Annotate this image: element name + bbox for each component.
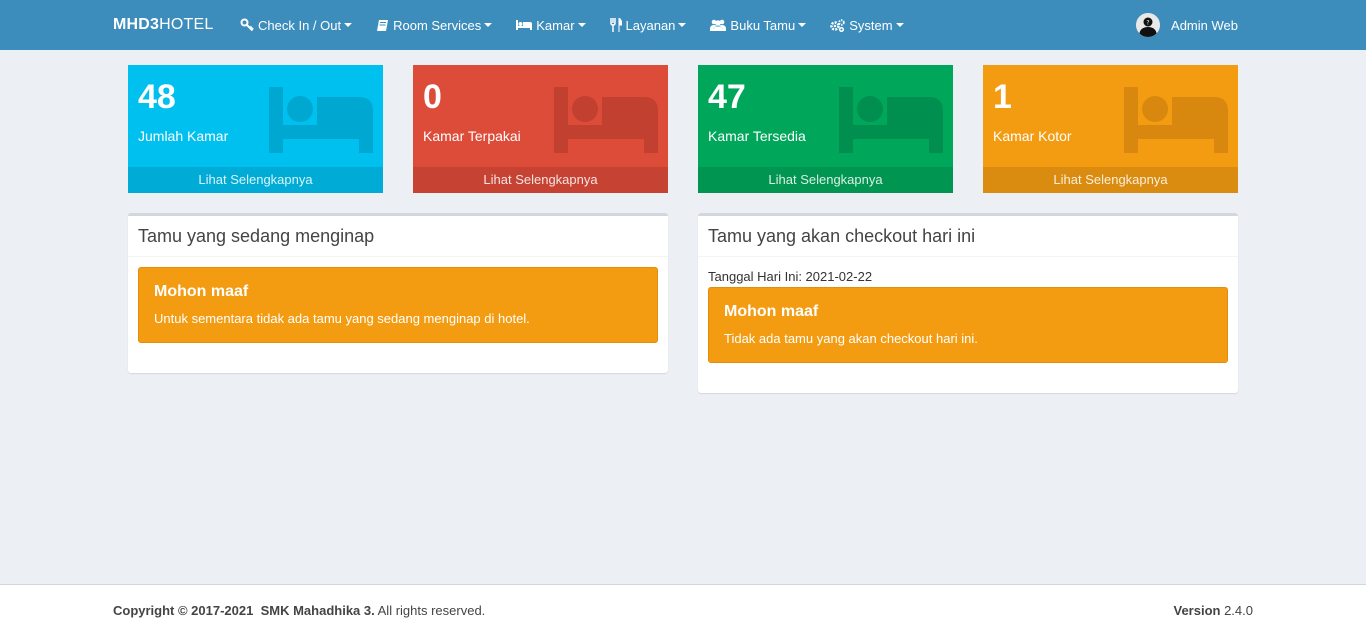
book-icon [377, 19, 389, 31]
copyright-org[interactable]: SMK Mahadhika 3. [261, 603, 375, 618]
caret-down-icon [484, 23, 493, 27]
panel-staying-guests: Tamu yang sedang menginap Mohon maaf Unt… [128, 213, 668, 373]
nav-kamar[interactable]: Kamar [504, 0, 597, 50]
bed-icon [839, 87, 943, 153]
alert-text: Tidak ada tamu yang akan checkout hari i… [724, 331, 978, 346]
brand-logo[interactable]: MHD3HOTEL [113, 0, 213, 50]
version-number: 2.4.0 [1224, 603, 1253, 618]
caret-down-icon [678, 23, 687, 27]
stat-value: 47 [708, 78, 746, 116]
bed-icon [516, 20, 533, 30]
users-icon [710, 19, 727, 31]
caret-down-icon [798, 23, 807, 27]
stat-box-jumlah-kamar: 48 Jumlah Kamar Lihat Selengkapnya [128, 65, 383, 193]
nav-buku-tamu[interactable]: Buku Tamu [698, 0, 818, 50]
stat-box-kamar-kotor: 1 Kamar Kotor Lihat Selengkapnya [983, 65, 1238, 193]
caret-down-icon [895, 23, 904, 27]
brand-rest: HOTEL [159, 16, 214, 33]
copyright-years: Copyright © 2017-2021 [113, 603, 254, 618]
stat-label: Kamar Terpakai [423, 128, 521, 144]
stat-box-kamar-tersedia: 47 Kamar Tersedia Lihat Selengkapnya [698, 65, 953, 193]
avatar: ? [1136, 13, 1161, 37]
main-menu: Check In / Out Room Services Kamar Layan… [228, 0, 916, 50]
stat-label: Jumlah Kamar [138, 128, 229, 144]
panel-checkout-today: Tamu yang akan checkout hari ini Tanggal… [698, 213, 1238, 393]
panel-title: Tamu yang akan checkout hari ini [698, 216, 1238, 257]
bed-icon [1124, 87, 1228, 153]
warning-alert: Mohon maaf Untuk sementara tidak ada tam… [138, 267, 658, 343]
more-info-link[interactable]: Lihat Selengkapnya [128, 167, 383, 193]
nav-label: Room Services [393, 17, 482, 33]
nav-room-services[interactable]: Room Services [364, 0, 504, 50]
nav-label: Buku Tamu [730, 17, 796, 33]
alert-title: Mohon maaf [154, 283, 249, 300]
brand-bold: MHD3 [113, 16, 160, 33]
alert-title: Mohon maaf [724, 303, 819, 320]
cutlery-icon [609, 18, 622, 32]
bed-icon [269, 87, 373, 153]
copyright-rights: All rights reserved. [377, 603, 486, 618]
nav-check-in-out[interactable]: Check In / Out [228, 0, 364, 50]
more-info-link[interactable]: Lihat Selengkapnya [983, 167, 1238, 193]
key-icon [240, 18, 254, 32]
version-info: Version 2.4.0 [1173, 603, 1253, 618]
more-info-link[interactable]: Lihat Selengkapnya [698, 167, 953, 193]
nav-label: Layanan [625, 17, 676, 33]
copyright: Copyright © 2017-2021 SMK Mahadhika 3. A… [113, 603, 485, 618]
user-silhouette-icon: ? [1136, 13, 1161, 37]
alert-text: Untuk sementara tidak ada tamu yang seda… [154, 311, 530, 326]
today-date: Tanggal Hari Ini: 2021-02-22 [708, 269, 873, 284]
caret-down-icon [344, 23, 353, 27]
page-footer: Copyright © 2017-2021 SMK Mahadhika 3. A… [0, 584, 1366, 635]
warning-alert: Mohon maaf Tidak ada tamu yang akan chec… [708, 287, 1228, 363]
nav-label: Check In / Out [258, 17, 342, 33]
top-navbar: MHD3HOTEL Check In / Out Room Services K… [0, 0, 1366, 50]
user-name: Admin Web [1171, 17, 1238, 33]
nav-label: System [849, 17, 893, 33]
svg-text:?: ? [1146, 20, 1149, 27]
bed-icon [554, 87, 658, 153]
version-label: Version [1173, 603, 1221, 618]
nav-system[interactable]: System [818, 0, 915, 50]
stat-value: 0 [423, 78, 442, 116]
stat-box-kamar-terpakai: 0 Kamar Terpakai Lihat Selengkapnya [413, 65, 668, 193]
more-info-link[interactable]: Lihat Selengkapnya [413, 167, 668, 193]
stat-label: Kamar Tersedia [708, 128, 806, 144]
caret-down-icon [577, 23, 586, 27]
stat-value: 48 [138, 78, 176, 116]
panel-title: Tamu yang sedang menginap [128, 216, 668, 257]
nav-layanan[interactable]: Layanan [598, 0, 699, 50]
stat-label: Kamar Kotor [993, 128, 1072, 144]
cogs-icon [830, 18, 845, 32]
stat-value: 1 [993, 78, 1012, 116]
user-menu[interactable]: ? Admin Web [1136, 0, 1238, 50]
nav-label: Kamar [536, 17, 575, 33]
